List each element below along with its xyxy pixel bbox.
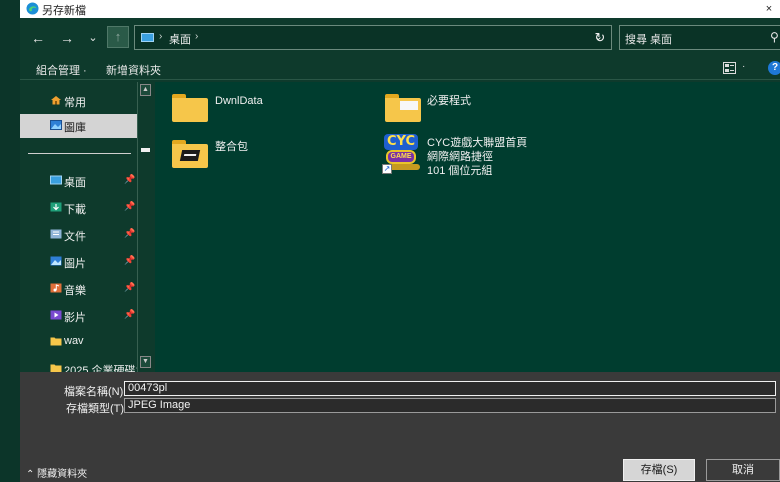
nav-item-label: 2025 企業硬碟1( [64, 365, 146, 372]
file-type: 網際網路捷徑 [427, 151, 493, 163]
nav-item-label: 影片 [64, 312, 86, 324]
cyc-game-logo-icon: CYC GAME ↗ [382, 134, 420, 174]
nav-item-videos[interactable]: 影片 📌 [20, 304, 138, 328]
videos-icon [50, 310, 62, 320]
breadcrumb-separator: › [195, 31, 199, 42]
view-options-icon[interactable] [723, 62, 736, 74]
nav-item-label: 桌面 [64, 177, 86, 189]
recent-locations-chevron-icon[interactable]: ⌄ [83, 29, 103, 47]
download-icon [50, 202, 62, 212]
save-button[interactable]: 存檔(S) [623, 459, 695, 481]
command-toolbar: 組合管理 · 新增資料夾 · ? [20, 58, 780, 80]
breadcrumb-separator: › [159, 31, 163, 42]
title-bar: 另存新檔 × [20, 0, 780, 18]
pin-icon: 📌 [124, 228, 136, 238]
search-icon[interactable]: ⚲ [770, 30, 779, 44]
nav-item-pictures[interactable]: 圖片 📌 [20, 250, 138, 274]
folder-icon [172, 140, 208, 168]
filename-field[interactable]: 00473pl [124, 381, 776, 396]
file-name: DwnlData [215, 95, 263, 107]
folder-icon [385, 94, 421, 122]
file-name: 整合包 [215, 141, 248, 153]
nav-item-home[interactable]: 常用 [20, 89, 138, 113]
nav-item-label: 圖庫 [64, 122, 86, 134]
documents-icon [50, 229, 62, 239]
folder-icon [50, 364, 62, 372]
nav-item-desktop[interactable]: 桌面 📌 [20, 169, 138, 193]
nav-item-label: 下載 [64, 204, 86, 216]
cancel-button[interactable]: 取消 [706, 459, 780, 481]
pin-icon: 📌 [124, 174, 136, 184]
file-name: CYC遊戲大聯盟首頁 [427, 137, 528, 149]
hide-folders-toggle[interactable]: ⌃ 隱藏資料夾 [26, 465, 87, 480]
search-placeholder: 搜尋 桌面 [625, 34, 673, 46]
folder-icon [50, 337, 62, 346]
new-folder-button[interactable]: 新增資料夾 [106, 62, 161, 78]
pin-icon: 📌 [124, 282, 136, 292]
organize-menu[interactable]: 組合管理 · [36, 62, 87, 78]
file-item-dwnldata[interactable]: DwnlData [172, 94, 322, 128]
logo-text: CYC [384, 134, 418, 150]
nav-pane-scrollbar[interactable]: ▲ ▼ [137, 82, 153, 372]
forward-arrow-icon[interactable]: → [57, 29, 77, 47]
desktop-location-icon [141, 33, 154, 42]
hide-folders-label: 隱藏資料夾 [37, 469, 88, 480]
file-size: 101 個位元組 [427, 165, 493, 177]
pin-icon: 📌 [124, 255, 136, 265]
filetype-select[interactable]: JPEG Image [124, 398, 776, 413]
nav-divider [28, 153, 131, 154]
file-item-integration-pack[interactable]: 整合包 [172, 140, 322, 174]
filetype-label: 存檔類型(T): [66, 403, 128, 415]
nav-item-documents[interactable]: 文件 📌 [20, 223, 138, 247]
scroll-up-icon[interactable]: ▲ [140, 84, 151, 96]
home-icon [51, 96, 61, 105]
nav-item-label: 常用 [64, 97, 86, 109]
file-item-required-programs[interactable]: 必要程式 [385, 94, 535, 128]
pin-icon: 📌 [124, 201, 136, 211]
nav-item-2025-drive[interactable]: 2025 企業硬碟1( [20, 357, 145, 372]
file-list-area[interactable]: DwnlData 必要程式 整合包 CYC GAME ↗ CYC遊戲大聯盟首頁 … [155, 82, 780, 372]
help-icon[interactable]: ? [768, 61, 780, 75]
nav-item-music[interactable]: 音樂 📌 [20, 277, 138, 301]
scroll-down-icon[interactable]: ▼ [140, 356, 151, 368]
shortcut-arrow-icon: ↗ [382, 164, 392, 174]
view-options-chevron[interactable]: · [742, 61, 745, 72]
path-breadcrumb[interactable]: › 桌面 › ⌄ [134, 25, 612, 50]
nav-item-downloads[interactable]: 下載 📌 [20, 196, 138, 220]
desktop-icon [50, 175, 62, 185]
refresh-icon[interactable]: ↻ [590, 29, 610, 47]
file-name: 必要程式 [427, 95, 471, 107]
pictures-icon [50, 256, 62, 266]
breadcrumb-item-desktop[interactable]: 桌面 [169, 31, 191, 47]
left-border-strip [0, 0, 20, 482]
nav-item-wav[interactable]: wav [20, 330, 138, 354]
music-icon [50, 283, 62, 293]
file-item-cyc-shortcut[interactable]: CYC GAME ↗ CYC遊戲大聯盟首頁 網際網路捷徑 101 個位元組 [382, 134, 582, 180]
logo-subtext: GAME [386, 150, 416, 164]
window-title: 另存新檔 [42, 5, 86, 17]
folder-icon [172, 94, 208, 122]
nav-item-gallery[interactable]: 圖庫 [20, 114, 138, 138]
nav-item-label: 文件 [64, 231, 86, 243]
chevron-up-icon: ⌃ [26, 469, 35, 480]
scroll-thumb[interactable] [141, 148, 150, 152]
nav-item-label: wav [64, 335, 84, 347]
up-arrow-icon[interactable]: ↑ [107, 26, 129, 48]
close-icon[interactable]: × [758, 0, 780, 18]
nav-item-label: 圖片 [64, 258, 86, 270]
nav-item-label: 音樂 [64, 285, 86, 297]
gallery-icon [50, 120, 62, 130]
filename-label: 檔案名稱(N): [64, 386, 127, 398]
search-input[interactable]: 搜尋 桌面 ⚲ [619, 25, 780, 50]
address-bar-row: ← → ⌄ ↑ › 桌面 › ⌄ ↻ 搜尋 桌面 ⚲ [20, 18, 780, 58]
back-arrow-icon[interactable]: ← [28, 29, 48, 47]
navigation-pane: 常用 圖庫 桌面 📌 下載 📌 文件 📌 圖片 📌 音樂 📌 影片 📌 wav [20, 80, 153, 372]
save-options-panel: 檔案名稱(N): 00473pl 存檔類型(T): JPEG Image ⌃ 隱… [20, 372, 780, 482]
pin-icon: 📌 [124, 309, 136, 319]
edge-icon [26, 2, 39, 15]
